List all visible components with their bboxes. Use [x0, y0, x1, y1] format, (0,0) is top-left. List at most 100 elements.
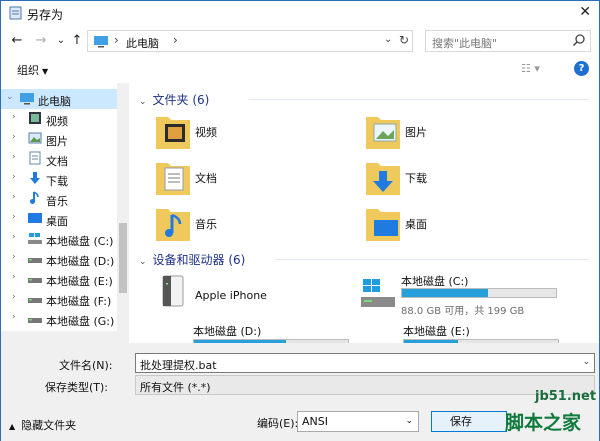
- view-options-icon[interactable]: ☷ ▾: [521, 62, 540, 75]
- drive-e[interactable]: 本地磁盘 (E:): [363, 323, 563, 343]
- navigation-pane: ⌄ 此电脑 › 视频 › 图片 › 文档 › 下载 › 音乐 › 桌面 › 本地…: [1, 83, 129, 343]
- close-icon[interactable]: ✕: [579, 4, 591, 20]
- sidebar-item-music[interactable]: › 音乐: [1, 189, 117, 209]
- folder-videos[interactable]: 视频: [155, 111, 355, 155]
- chevron-down-icon[interactable]: ⌄: [6, 92, 14, 102]
- notepad-icon: [9, 6, 22, 20]
- devices-group-label: 设备和驱动器 (6): [152, 253, 246, 267]
- drive-icon: [28, 318, 42, 323]
- breadcrumb-this-pc[interactable]: 此电脑: [126, 35, 159, 51]
- sidebar-horizontal-scrollbar[interactable]: [1, 331, 129, 343]
- chevron-right-icon[interactable]: ›: [12, 292, 16, 302]
- windows-drive-icon: [28, 233, 42, 244]
- sidebar-item-label: 本地磁盘 (F:): [46, 295, 112, 308]
- video-icon: [29, 112, 41, 124]
- device-label: Apple iPhone: [195, 289, 267, 302]
- chevron-right-icon[interactable]: ›: [12, 132, 16, 142]
- dropdown-arrow-icon: ▼: [42, 67, 49, 76]
- folder-downloads[interactable]: 下载: [365, 157, 565, 201]
- video-folder-icon: [156, 117, 190, 149]
- filetype-label: 保存类型(T):: [45, 381, 109, 394]
- chevron-down-icon[interactable]: ⌄: [384, 34, 392, 45]
- address-bar[interactable]: › 此电脑 › ⌄ ↻: [87, 30, 413, 52]
- hide-folders-toggle[interactable]: ▲ 隐藏文件夹: [9, 417, 76, 433]
- sidebar-item-pictures[interactable]: › 图片: [1, 129, 117, 149]
- drive-free-space: 88.0 GB 可用，共 199 GB: [401, 306, 525, 317]
- documents-folder-icon: [156, 163, 190, 195]
- device-apple-iphone[interactable]: Apple iPhone: [155, 275, 355, 321]
- sidebar-item-label: 本地磁盘 (G:): [46, 315, 115, 328]
- back-arrow-icon[interactable]: ←: [9, 33, 25, 49]
- encoding-label: 编码(E):: [257, 417, 299, 430]
- drive-d[interactable]: 本地磁盘 (D:): [153, 323, 353, 343]
- organize-menu[interactable]: 组织 ▼: [17, 62, 48, 78]
- sidebar-item-documents[interactable]: › 文档: [1, 149, 117, 169]
- save-button[interactable]: 保存: [431, 411, 507, 432]
- command-toolbar: 组织 ▼ ☷ ▾ ?: [1, 57, 599, 81]
- search-input[interactable]: 搜索"此电脑": [425, 30, 591, 52]
- sidebar-item-label: 本地磁盘 (C:): [46, 235, 114, 248]
- sidebar-item-label: 本地磁盘 (E:): [46, 275, 113, 288]
- chevron-up-icon: ▲: [9, 422, 16, 431]
- sidebar-item-label: 图片: [46, 135, 68, 148]
- breadcrumb-separator[interactable]: ›: [173, 33, 178, 47]
- devices-group-header[interactable]: ⌄ 设备和驱动器 (6): [139, 251, 245, 268]
- chevron-right-icon[interactable]: ›: [12, 192, 16, 202]
- group-divider: [275, 259, 589, 260]
- chevron-right-icon[interactable]: ›: [12, 252, 16, 262]
- recent-locations-dropdown-icon[interactable]: ⌄: [53, 33, 69, 49]
- folder-pictures[interactable]: 图片: [365, 111, 565, 155]
- scrollbar-thumb[interactable]: [119, 223, 127, 293]
- chevron-right-icon[interactable]: ›: [12, 212, 16, 222]
- breadcrumb-separator[interactable]: ›: [114, 33, 119, 47]
- refresh-icon[interactable]: ↻: [399, 33, 409, 47]
- chevron-right-icon[interactable]: ›: [12, 152, 16, 162]
- group-divider: [249, 99, 589, 100]
- chevron-down-icon[interactable]: ⌄: [139, 97, 147, 107]
- filename-label: 文件名(N):: [59, 359, 113, 372]
- pictures-icon: [28, 132, 42, 144]
- search-icon[interactable]: [572, 33, 586, 47]
- phone-device-icon: [162, 275, 184, 307]
- sidebar-item-downloads[interactable]: › 下载: [1, 169, 117, 189]
- chevron-down-icon[interactable]: ⌄: [582, 357, 590, 367]
- chevron-right-icon[interactable]: ›: [12, 112, 16, 122]
- desktop-folder-icon: [366, 209, 400, 241]
- filename-field[interactable]: 批处理提权.bat ⌄: [135, 353, 595, 373]
- folder-label: 下载: [405, 172, 427, 185]
- chevron-down-icon[interactable]: ⌄: [139, 257, 147, 267]
- chevron-right-icon[interactable]: ›: [12, 172, 16, 182]
- chevron-right-icon[interactable]: ›: [12, 312, 16, 322]
- folder-music[interactable]: 音乐: [155, 203, 355, 247]
- sidebar-item-drive-e[interactable]: › 本地磁盘 (E:): [1, 269, 117, 289]
- folder-documents[interactable]: 文档: [155, 157, 355, 201]
- sidebar-item-drive-c[interactable]: › 本地磁盘 (C:): [1, 229, 117, 249]
- navigation-bar: ← → ⌄ ↑ › 此电脑 › ⌄ ↻ 搜索"此电脑": [1, 27, 599, 55]
- up-arrow-icon[interactable]: ↑: [69, 33, 85, 49]
- sidebar-item-drive-g[interactable]: › 本地磁盘 (G:): [1, 309, 117, 329]
- sidebar-item-videos[interactable]: › 视频: [1, 109, 117, 129]
- sidebar-item-desktop[interactable]: › 桌面: [1, 209, 117, 229]
- folders-group-header[interactable]: ⌄ 文件夹 (6): [139, 91, 209, 108]
- sidebar-item-this-pc[interactable]: ⌄ 此电脑: [1, 89, 117, 109]
- watermark-text: 脚本之家: [505, 412, 582, 434]
- drive-c[interactable]: 本地磁盘 (C:) 88.0 GB 可用，共 199 GB: [361, 273, 561, 319]
- sidebar-item-label: 音乐: [46, 195, 68, 208]
- download-folder-icon: [366, 163, 400, 195]
- forward-arrow-icon[interactable]: →: [33, 33, 49, 49]
- save-as-dialog: 另存为 ✕ ← → ⌄ ↑ › 此电脑 › ⌄ ↻ 搜索"此电脑" 组织 ▼ ☷ …: [0, 0, 600, 441]
- title-bar: 另存为 ✕: [1, 1, 599, 25]
- chevron-right-icon[interactable]: ›: [12, 272, 16, 282]
- search-placeholder: 搜索"此电脑": [432, 37, 498, 50]
- folder-label: 文档: [195, 172, 217, 185]
- drive-label: 本地磁盘 (D:): [193, 325, 262, 338]
- sidebar-scrollbar[interactable]: [117, 83, 129, 343]
- sidebar-item-drive-f[interactable]: › 本地磁盘 (F:): [1, 289, 117, 309]
- encoding-select[interactable]: ANSI ⌄: [297, 411, 419, 432]
- drive-usage-bar: [401, 288, 557, 298]
- chevron-down-icon[interactable]: ⌄: [405, 416, 413, 426]
- help-icon[interactable]: ?: [574, 61, 589, 76]
- chevron-right-icon[interactable]: ›: [12, 232, 16, 242]
- folder-desktop[interactable]: 桌面: [365, 203, 565, 247]
- sidebar-item-drive-d[interactable]: › 本地磁盘 (D:): [1, 249, 117, 269]
